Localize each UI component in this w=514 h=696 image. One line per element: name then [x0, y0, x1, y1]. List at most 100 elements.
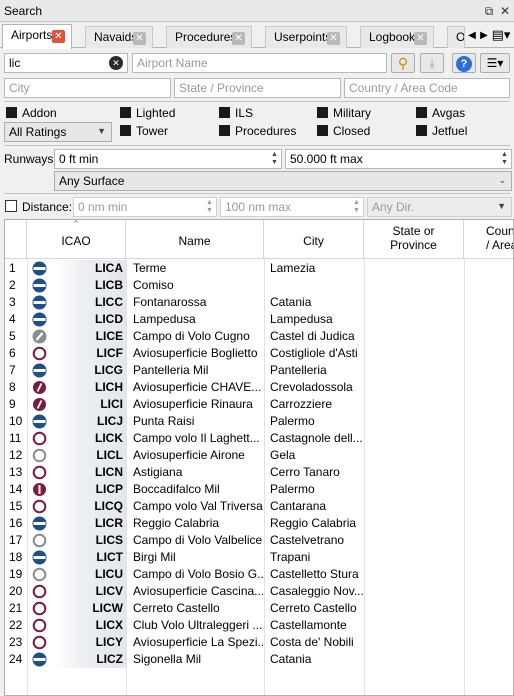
table-row[interactable]: 13 LICN Astigiana Cerro Tanaro: [5, 464, 513, 481]
checkbox-box: [6, 107, 17, 118]
runway-max-spinbox[interactable]: 50.000 ft max ▲ ▼: [285, 149, 512, 169]
column-header-city[interactable]: City: [264, 220, 364, 259]
results-table[interactable]: ^ ICAO Name City State or Province Count…: [4, 219, 514, 696]
table-row[interactable]: 14 LICP Boccadifalco Mil Palermo: [5, 481, 513, 498]
distance-checkbox[interactable]: Distance:: [5, 200, 72, 216]
table-row[interactable]: 23 LICY Aviosuperficie La Spezi... Costa de…: [5, 634, 513, 651]
close-tab-icon[interactable]: ✕: [414, 32, 427, 45]
table-row[interactable]: 11 LICK Campo volo Il Laghett... Castagnole…: [5, 430, 513, 447]
scroll-left-icon[interactable]: ◀: [466, 27, 478, 45]
airport-name-input[interactable]: Airport Name: [132, 53, 387, 73]
tab-userpoints[interactable]: Userpoints ✕: [265, 26, 347, 48]
tab-airports[interactable]: Airports ✕: [2, 24, 72, 49]
spin-arrows-icon[interactable]: ▲ ▼: [270, 151, 279, 167]
table-row[interactable]: 12 LICL Aviosuperficie Airone Gela: [5, 447, 513, 464]
checkbox-box: [219, 125, 230, 136]
table-row[interactable]: 6 LICF Aviosuperficie Boglietto Costigliole…: [5, 345, 513, 362]
airport-icon: [32, 652, 47, 667]
close-tab-icon[interactable]: ✕: [232, 32, 245, 45]
float-icon[interactable]: ⧉: [482, 4, 496, 18]
tab-navaids[interactable]: Navaids ✕: [85, 26, 153, 48]
table-row[interactable]: 9 LICI Aviosuperficie Rinaura Carrozziere: [5, 396, 513, 413]
scroll-right-icon[interactable]: ▶: [478, 27, 490, 45]
table-row[interactable]: 24 LICZ Sigonella Mil Catania: [5, 651, 513, 668]
close-tab-icon[interactable]: ✕: [327, 32, 340, 45]
table-row[interactable]: 10 LICJ Punta Raisi Palermo: [5, 413, 513, 430]
table-row[interactable]: 21 LICW Cerreto Castello Cerreto Castello: [5, 600, 513, 617]
table-row[interactable]: 18 LICT Birgi Mil Trapani: [5, 549, 513, 566]
table-row[interactable]: 20 LICV Aviosuperficie Cascina... Casaleggi…: [5, 583, 513, 600]
help-icon: ?: [456, 56, 472, 72]
row-number: 17: [9, 533, 23, 547]
military-checkbox[interactable]: Military: [317, 106, 371, 122]
checkbox-box: [219, 107, 230, 118]
tower-checkbox[interactable]: Tower: [120, 124, 168, 140]
direction-select[interactable]: Any Dir. ▼: [367, 197, 512, 217]
table-row[interactable]: 22 LICX Club Volo Ultraleggeri ... Castella…: [5, 617, 513, 634]
row-number: 12: [9, 448, 23, 462]
column-header-icao[interactable]: ^ ICAO: [27, 220, 126, 259]
airport-icon: [32, 601, 47, 616]
table-row[interactable]: 16 LICR Reggio Calabria Reggio Calabria: [5, 515, 513, 532]
column-header-country[interactable]: Country / Area: [464, 220, 513, 259]
search-button[interactable]: ⚲: [391, 53, 415, 73]
clear-icon[interactable]: ✕: [109, 56, 123, 70]
table-row[interactable]: 19 LICU Campo di Volo Bosio G... Castellett…: [5, 566, 513, 583]
chevron-down-icon: ▼: [497, 201, 506, 211]
avgas-checkbox[interactable]: Avgas: [416, 106, 465, 122]
close-tab-icon[interactable]: ✕: [133, 32, 146, 45]
tab-overflow[interactable]: O: [447, 26, 465, 48]
city-input[interactable]: City: [4, 78, 171, 98]
state-input[interactable]: State / Province: [174, 78, 341, 98]
tab-logbook[interactable]: Logbook ✕: [360, 26, 434, 48]
table-row[interactable]: 3 LICC Fontanarossa Catania: [5, 294, 513, 311]
help-button[interactable]: ?: [452, 53, 476, 73]
table-row[interactable]: 7 LICG Pantelleria Mil Pantelleria: [5, 362, 513, 379]
close-icon[interactable]: ✕: [498, 4, 512, 18]
table-row[interactable]: 4 LICD Lampedusa Lampedusa: [5, 311, 513, 328]
table-row[interactable]: 1 LICA Terme Lamezia: [5, 260, 513, 277]
distance-max-spinbox[interactable]: 100 nm max ▲ ▼: [220, 197, 364, 217]
ils-checkbox[interactable]: ILS: [219, 106, 253, 122]
checkbox-label: Closed: [333, 124, 371, 138]
menu-button[interactable]: ☰▾: [480, 53, 510, 73]
ident-search-input[interactable]: lic ✕: [4, 53, 128, 73]
city-cell: Cerreto Castello: [270, 601, 357, 615]
city-cell: Carrozziere: [270, 397, 333, 411]
column-header-name[interactable]: Name: [126, 220, 264, 259]
ratings-select[interactable]: All Ratings ▼: [4, 122, 112, 142]
table-row[interactable]: 5 LICE Campo di Volo Cugno Castel di Judica: [5, 328, 513, 345]
closed-checkbox[interactable]: Closed: [317, 124, 370, 140]
addon-checkbox[interactable]: Addon: [6, 106, 57, 122]
table-row[interactable]: 2 LICB Comiso: [5, 277, 513, 294]
country-placeholder: Country / Area Code: [349, 81, 458, 95]
column-header-state[interactable]: State or Province: [364, 220, 464, 259]
table-row[interactable]: 15 LICQ Campo volo Val Triversa Cantarana: [5, 498, 513, 515]
city-cell: Lamezia: [270, 261, 316, 275]
jetfuel-checkbox[interactable]: Jetfuel: [416, 124, 467, 140]
spin-arrows-icon[interactable]: ▲ ▼: [500, 151, 509, 167]
chevron-down-icon: ⌄: [498, 175, 506, 185]
tab-procedures[interactable]: Procedures ✕: [166, 26, 252, 48]
name-cell: Aviosuperficie Rinaura: [133, 397, 253, 411]
airport-icon: [32, 414, 47, 429]
airport-icon: [32, 499, 47, 514]
runway-min-spinbox[interactable]: 0 ft min ▲ ▼: [54, 149, 282, 169]
name-cell: Fontanarossa: [133, 295, 207, 309]
close-tab-icon[interactable]: ✕: [52, 30, 65, 43]
spin-arrows-icon[interactable]: ▲ ▼: [205, 199, 214, 215]
country-input[interactable]: Country / Area Code: [344, 78, 510, 98]
surface-select[interactable]: Any Surface ⌄: [54, 171, 512, 191]
name-cell: Punta Raisi: [133, 414, 195, 428]
tab-menu-icon[interactable]: ▤▾: [490, 26, 512, 44]
reset-button[interactable]: ⤓: [420, 53, 444, 73]
icao-cell: LICA: [57, 260, 126, 277]
table-row[interactable]: 17 LICS Campo di Volo Valbelice Castelvetra…: [5, 532, 513, 549]
table-row[interactable]: 8 LICH Aviosuperficie CHAVE... Crevoladosso…: [5, 379, 513, 396]
procedures-checkbox[interactable]: Procedures: [219, 124, 296, 140]
lighted-checkbox[interactable]: Lighted: [120, 106, 175, 122]
distance-min-spinbox[interactable]: 0 nm min ▲ ▼: [73, 197, 217, 217]
icao-cell: LICR: [57, 515, 126, 532]
tab-label: Logbook: [369, 30, 416, 44]
spin-arrows-icon[interactable]: ▲ ▼: [352, 199, 361, 215]
